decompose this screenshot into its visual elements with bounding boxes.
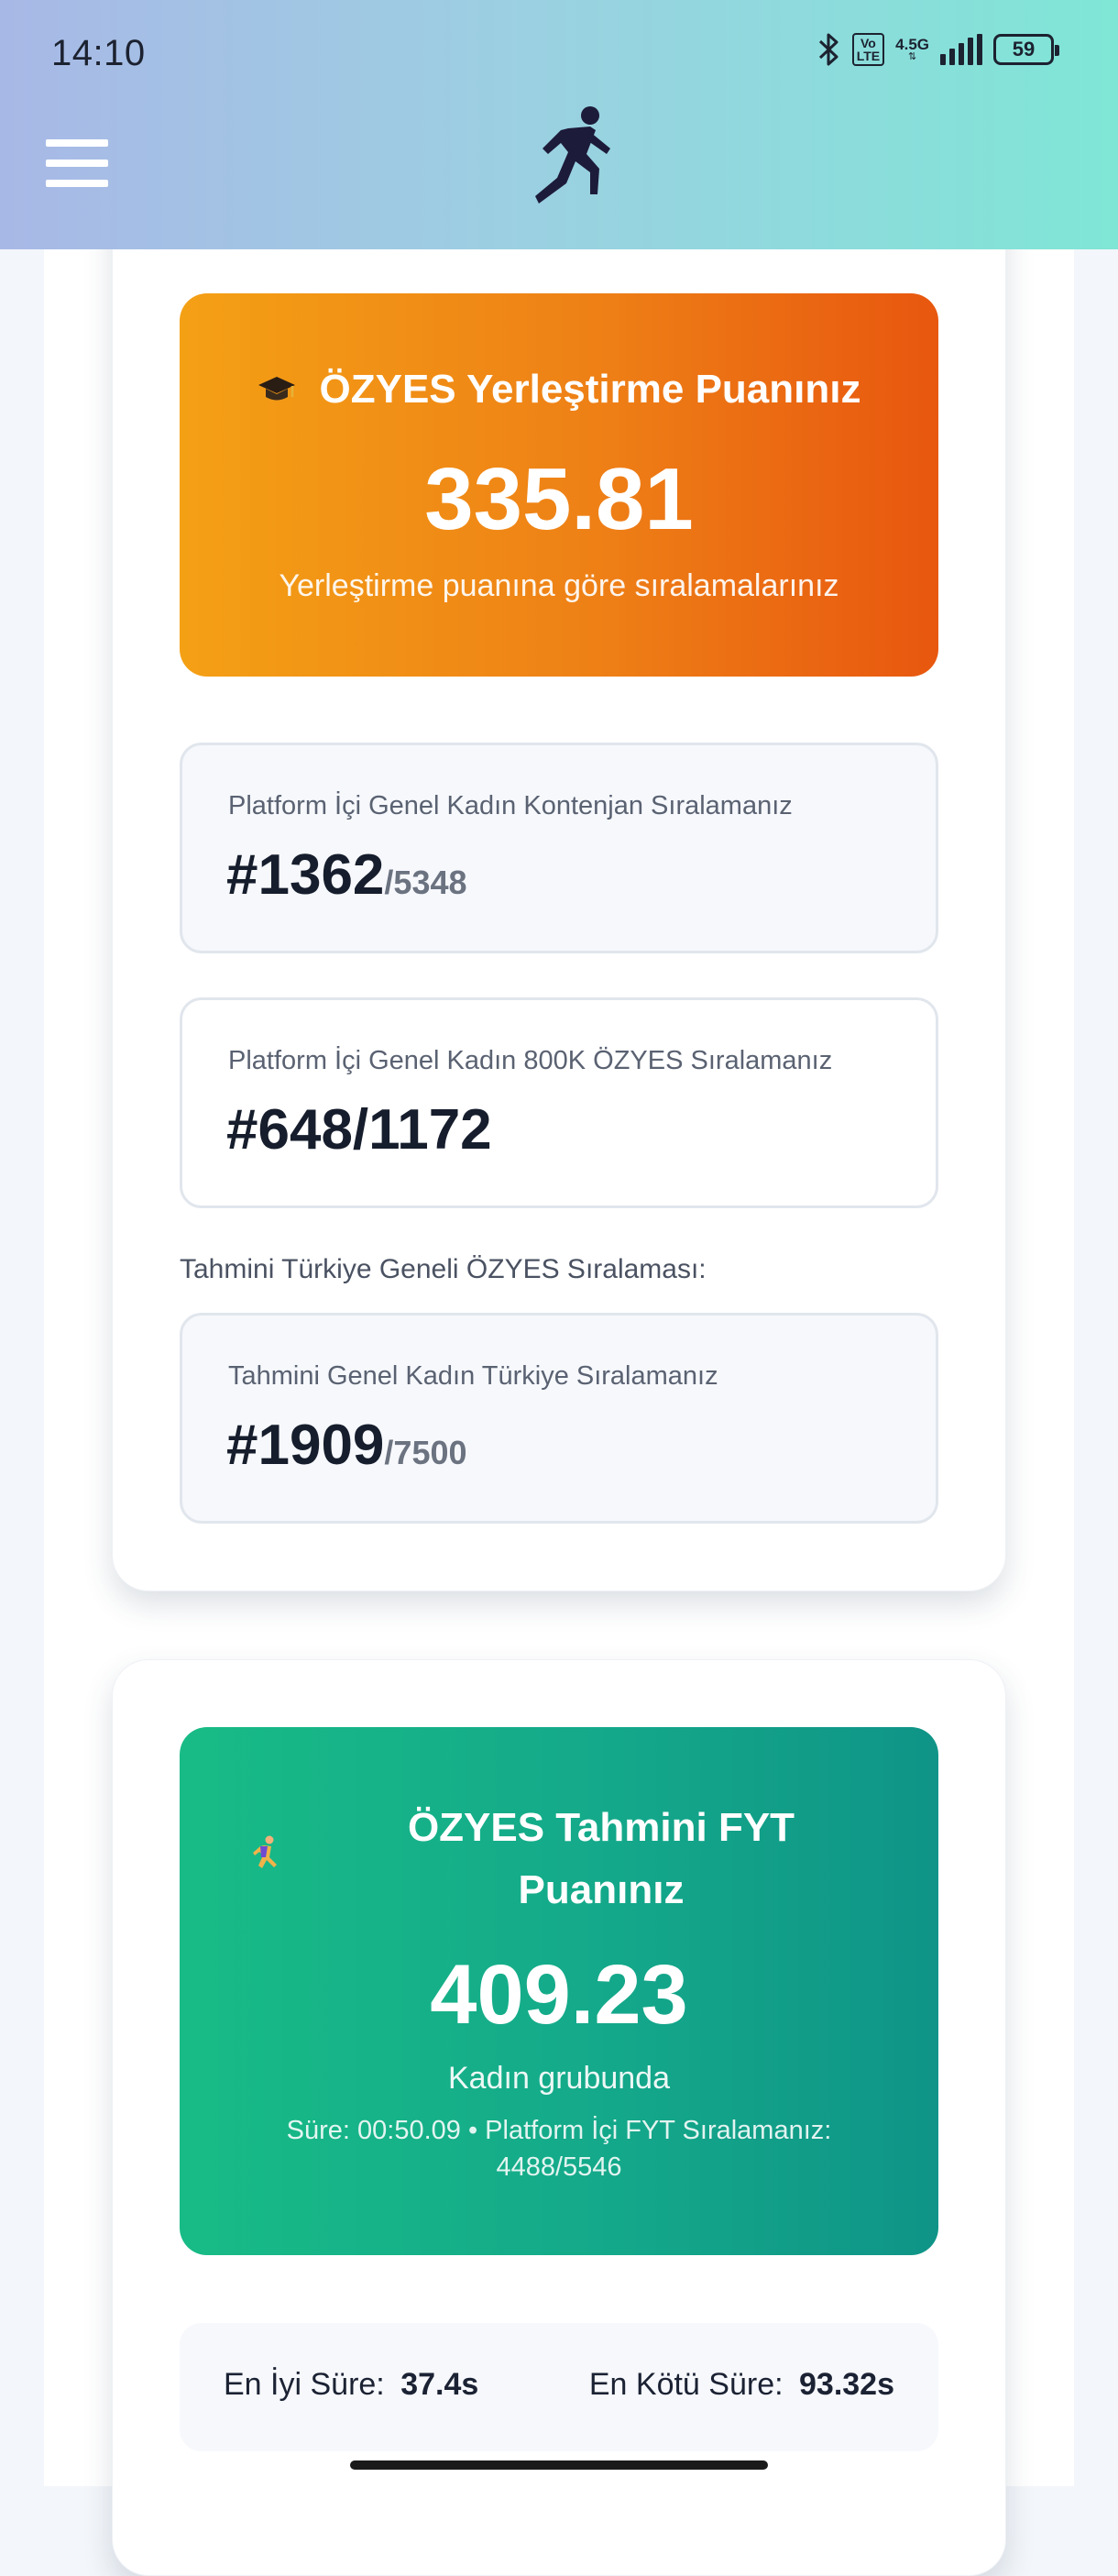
- rank-card-800k: Platform İçi Genel Kadın 800K ÖZYES Sıra…: [180, 997, 938, 1208]
- placement-title: ÖZYES Yerleştirme Puanınız: [319, 367, 861, 412]
- rank-label: Platform İçi Genel Kadın 800K ÖZYES Sıra…: [228, 1046, 833, 1075]
- best-time-value: 37.4s: [400, 2367, 479, 2402]
- network-type: 4.5G ⇅: [895, 36, 929, 62]
- best-time: En İyi Süre: 37.4s: [224, 2367, 478, 2403]
- rank-value: #1362/5348: [226, 843, 467, 907]
- signal-icon: [940, 34, 982, 65]
- rank-total: /7500: [384, 1434, 467, 1471]
- worst-time-label: En Kötü Süre:: [588, 2367, 784, 2402]
- placement-score-hero: ÖZYES Yerleştirme Puanınız 335.81 Yerleş…: [180, 293, 938, 677]
- runner-icon: [253, 1835, 277, 1868]
- battery-level: 59: [1012, 38, 1036, 61]
- rank-total: /5348: [384, 864, 467, 901]
- fyt-score-hero: ÖZYES Tahmini FYT Puanınız 409.23 Kadın …: [180, 1727, 938, 2255]
- status-icons: Vo LTE 4.5G ⇅ 59: [817, 31, 1059, 68]
- rank-card-quota: Platform İçi Genel Kadın Kontenjan Sıral…: [180, 743, 938, 953]
- rank-value: #1909/7500: [226, 1414, 467, 1477]
- rank-label: Tahmini Genel Kadın Türkiye Sıralamanız: [228, 1361, 718, 1391]
- graduation-cap-icon: [258, 377, 295, 401]
- fyt-title: ÖZYES Tahmini FYT Puanınız: [407, 1805, 795, 1912]
- fyt-score: 409.23: [430, 1948, 688, 2042]
- rank-card-turkey: Tahmini Genel Kadın Türkiye Sıralamanız …: [180, 1313, 938, 1524]
- battery-icon: 59: [993, 34, 1059, 65]
- rank-label: Platform İçi Genel Kadın Kontenjan Sıral…: [228, 791, 793, 820]
- worst-time-value: 93.32s: [799, 2367, 894, 2402]
- rank-value: #648/1172: [226, 1098, 492, 1161]
- home-indicator[interactable]: [350, 2460, 768, 2470]
- worst-time: En Kötü Süre: 93.32s: [589, 2367, 894, 2403]
- fyt-detail: Süre: 00:50.09 • Platform İçi FYT Sırala…: [286, 2116, 832, 2182]
- status-time: 14:10: [51, 33, 146, 73]
- placement-score: 335.81: [424, 450, 694, 548]
- fyt-group: Kadın grubunda: [448, 2061, 670, 2096]
- placement-subtitle: Yerleştirme puanına göre sıralamalarınız: [279, 568, 839, 603]
- running-person-logo-icon[interactable]: [484, 103, 621, 213]
- turkey-section-label: Tahmini Türkiye Geneli ÖZYES Sıralaması:: [180, 1254, 707, 1284]
- bluetooth-icon: [818, 33, 838, 66]
- hamburger-menu-icon[interactable]: [46, 139, 108, 187]
- placement-title-row: ÖZYES Yerleştirme Puanınız: [180, 367, 938, 413]
- volte-icon: Vo LTE: [851, 33, 885, 66]
- app-header: 14:10 Vo LTE 4.5G ⇅ 59: [0, 0, 1118, 249]
- time-stats: En İyi Süre: 37.4s En Kötü Süre: 93.32s: [180, 2323, 938, 2451]
- best-time-label: En İyi Süre:: [224, 2367, 385, 2402]
